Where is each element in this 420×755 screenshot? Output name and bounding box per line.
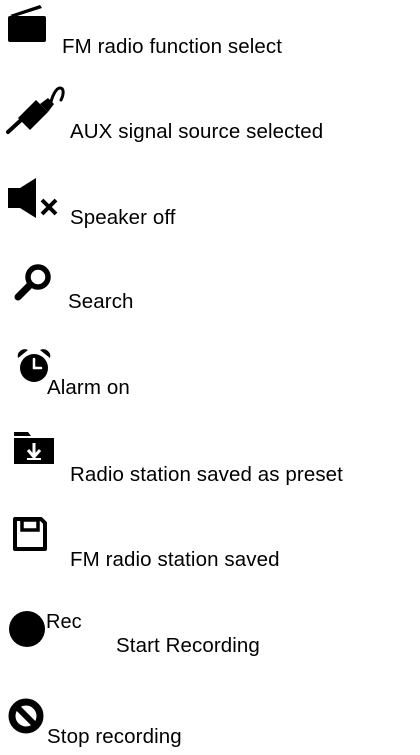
aux-cable-icon: [6, 86, 65, 134]
legend-label: FM radio function select: [62, 35, 283, 58]
folder-download-icon: [14, 432, 54, 464]
legend-label: FM radio station saved: [70, 548, 280, 571]
legend-label: Search: [68, 290, 134, 313]
legend-label: AUX signal source selected: [70, 120, 324, 143]
prohibited-icon: [8, 698, 44, 734]
record-dot-icon: [9, 611, 45, 647]
legend-label: Speaker off: [70, 206, 176, 229]
legend-label: Start Recording: [116, 634, 260, 657]
speaker-off-icon: [8, 178, 58, 218]
rec-label: Rec: [46, 611, 82, 633]
radio-icon: [8, 5, 46, 42]
legend-label: Alarm on: [47, 376, 130, 399]
legend-label: Stop recording: [47, 725, 182, 748]
legend-label: Radio station saved as preset: [70, 463, 343, 486]
search-icon: [14, 264, 51, 301]
floppy-disk-icon: [13, 517, 47, 551]
icon-legend: { "legend": { "items": [ {"icon": "radio…: [0, 0, 420, 755]
